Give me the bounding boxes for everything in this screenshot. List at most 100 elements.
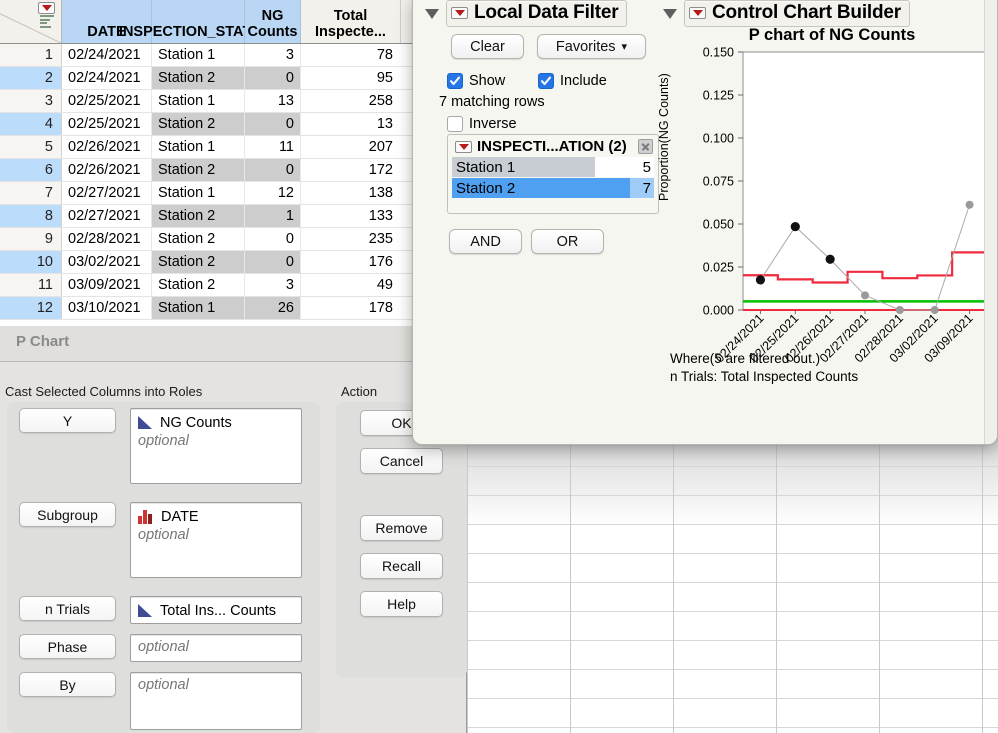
cell-date[interactable]: 02/27/2021 <box>62 182 152 204</box>
table-row[interactable]: 502/26/2021Station 111207 <box>0 136 419 159</box>
role-assigned-column[interactable]: NG Counts <box>138 413 295 432</box>
data-point[interactable] <box>861 291 869 299</box>
column-header-total-inspected[interactable]: Total Inspecte... <box>301 0 401 43</box>
cell-ng-counts[interactable]: 0 <box>245 159 301 181</box>
filter-item-station-2[interactable]: Station 2 7 <box>452 178 654 198</box>
cell-date[interactable]: 02/28/2021 <box>62 228 152 250</box>
red-triangle-menu-icon[interactable] <box>689 7 706 19</box>
cell-total-inspected[interactable]: 235 <box>301 228 401 250</box>
cell-station[interactable]: Station 2 <box>152 274 245 296</box>
cell-ng-counts[interactable]: 0 <box>245 228 301 250</box>
table-row[interactable]: 802/27/2021Station 21133 <box>0 205 419 228</box>
data-point[interactable] <box>896 306 904 314</box>
cell-total-inspected[interactable]: 172 <box>301 159 401 181</box>
row-number[interactable]: 5 <box>0 136 62 158</box>
remove-button[interactable]: Remove <box>360 515 443 541</box>
cell-date[interactable]: 02/27/2021 <box>62 205 152 227</box>
cell-total-inspected[interactable]: 95 <box>301 67 401 89</box>
cell-total-inspected[interactable]: 13 <box>301 113 401 135</box>
filter-item-station-1[interactable]: Station 1 5 <box>452 157 654 177</box>
p-chart-plot[interactable]: 0.0000.0250.0500.0750.1000.1250.15002/24… <box>665 42 998 382</box>
cell-station[interactable]: Station 1 <box>152 182 245 204</box>
cell-ng-counts[interactable]: 1 <box>245 205 301 227</box>
row-number[interactable]: 10 <box>0 251 62 273</box>
cell-total-inspected[interactable]: 258 <box>301 90 401 112</box>
table-row[interactable]: 1003/02/2021Station 20176 <box>0 251 419 274</box>
role-assigned-column[interactable]: Total Ins... Counts <box>138 601 295 620</box>
cell-date[interactable]: 02/26/2021 <box>62 159 152 181</box>
cell-station[interactable]: Station 2 <box>152 228 245 250</box>
filter-card-header[interactable]: INSPECTI...ATION (2) <box>448 135 658 156</box>
show-checkbox[interactable] <box>447 73 463 89</box>
column-header-ng-counts[interactable]: NG Counts <box>245 0 301 43</box>
table-row[interactable]: 902/28/2021Station 20235 <box>0 228 419 251</box>
row-number[interactable]: 7 <box>0 182 62 204</box>
cell-ng-counts[interactable]: 3 <box>245 44 301 66</box>
cell-date[interactable]: 02/25/2021 <box>62 90 152 112</box>
cell-total-inspected[interactable]: 49 <box>301 274 401 296</box>
row-number[interactable]: 6 <box>0 159 62 181</box>
cell-date[interactable]: 02/25/2021 <box>62 113 152 135</box>
cell-date[interactable]: 02/24/2021 <box>62 67 152 89</box>
role-button-y[interactable]: Y <box>19 408 116 433</box>
cell-station[interactable]: Station 1 <box>152 297 245 319</box>
table-row[interactable]: 202/24/2021Station 2095 <box>0 67 419 90</box>
row-number[interactable]: 9 <box>0 228 62 250</box>
cell-ng-counts[interactable]: 3 <box>245 274 301 296</box>
cell-total-inspected[interactable]: 176 <box>301 251 401 273</box>
help-button[interactable]: Help <box>360 591 443 617</box>
cell-ng-counts[interactable]: 12 <box>245 182 301 204</box>
cell-total-inspected[interactable]: 133 <box>301 205 401 227</box>
role-button-subgroup[interactable]: Subgroup <box>19 502 116 527</box>
cell-date[interactable]: 03/02/2021 <box>62 251 152 273</box>
cell-ng-counts[interactable]: 26 <box>245 297 301 319</box>
cell-total-inspected[interactable]: 178 <box>301 297 401 319</box>
column-header-inspection-station[interactable]: INSPECTION_STATION <box>152 0 245 43</box>
cell-date[interactable]: 02/24/2021 <box>62 44 152 66</box>
cell-station[interactable]: Station 2 <box>152 113 245 135</box>
table-row[interactable]: 702/27/2021Station 112138 <box>0 182 419 205</box>
data-point[interactable] <box>791 222 800 231</box>
table-row[interactable]: 602/26/2021Station 20172 <box>0 159 419 182</box>
include-checkbox[interactable] <box>538 73 554 89</box>
red-triangle-menu-icon[interactable] <box>455 141 472 153</box>
show-checkbox-row[interactable]: Show <box>447 73 505 89</box>
role-button-phase[interactable]: Phase <box>19 634 116 659</box>
role-dropzone-by[interactable]: optional <box>130 672 302 730</box>
role-button-n-trials[interactable]: n Trials <box>19 596 116 621</box>
role-button-by[interactable]: By <box>19 672 116 697</box>
role-dropzone-subgroup[interactable]: DATEoptional <box>130 502 302 578</box>
role-dropzone-n-trials[interactable]: Total Ins... Counts <box>130 596 302 624</box>
table-row[interactable]: 402/25/2021Station 2013 <box>0 113 419 136</box>
data-point[interactable] <box>826 255 835 264</box>
disclosure-triangle-icon[interactable] <box>425 9 439 19</box>
table-row[interactable]: 1103/09/2021Station 2349 <box>0 274 419 297</box>
row-number[interactable]: 12 <box>0 297 62 319</box>
table-row[interactable]: 1203/10/2021Station 126178 <box>0 297 419 320</box>
cell-station[interactable]: Station 1 <box>152 90 245 112</box>
row-number[interactable]: 3 <box>0 90 62 112</box>
row-number[interactable]: 1 <box>0 44 62 66</box>
favorites-button[interactable]: Favorites ▾ <box>537 34 646 59</box>
cell-ng-counts[interactable]: 0 <box>245 251 301 273</box>
table-row[interactable]: 302/25/2021Station 113258 <box>0 90 419 113</box>
table-row[interactable]: 102/24/2021Station 1378 <box>0 44 419 67</box>
row-number[interactable]: 8 <box>0 205 62 227</box>
clear-button[interactable]: Clear <box>451 34 524 59</box>
table-corner-cell[interactable] <box>0 0 62 43</box>
cell-ng-counts[interactable]: 13 <box>245 90 301 112</box>
cell-date[interactable]: 03/10/2021 <box>62 297 152 319</box>
recall-button[interactable]: Recall <box>360 553 443 579</box>
local-data-filter-titlebar[interactable]: Local Data Filter <box>425 0 627 27</box>
control-chart-builder-titlebar[interactable]: Control Chart Builder <box>663 0 910 27</box>
disclosure-triangle-icon[interactable] <box>663 9 677 19</box>
inverse-checkbox-row[interactable]: Inverse <box>447 116 517 132</box>
report-vertical-scrollbar[interactable] <box>984 0 997 444</box>
close-icon[interactable] <box>638 139 653 154</box>
role-dropzone-y[interactable]: NG Countsoptional <box>130 408 302 484</box>
red-triangle-menu-icon[interactable] <box>38 2 55 14</box>
cell-total-inspected[interactable]: 207 <box>301 136 401 158</box>
role-dropzone-phase[interactable]: optional <box>130 634 302 662</box>
cell-station[interactable]: Station 2 <box>152 159 245 181</box>
include-checkbox-row[interactable]: Include <box>538 73 607 89</box>
